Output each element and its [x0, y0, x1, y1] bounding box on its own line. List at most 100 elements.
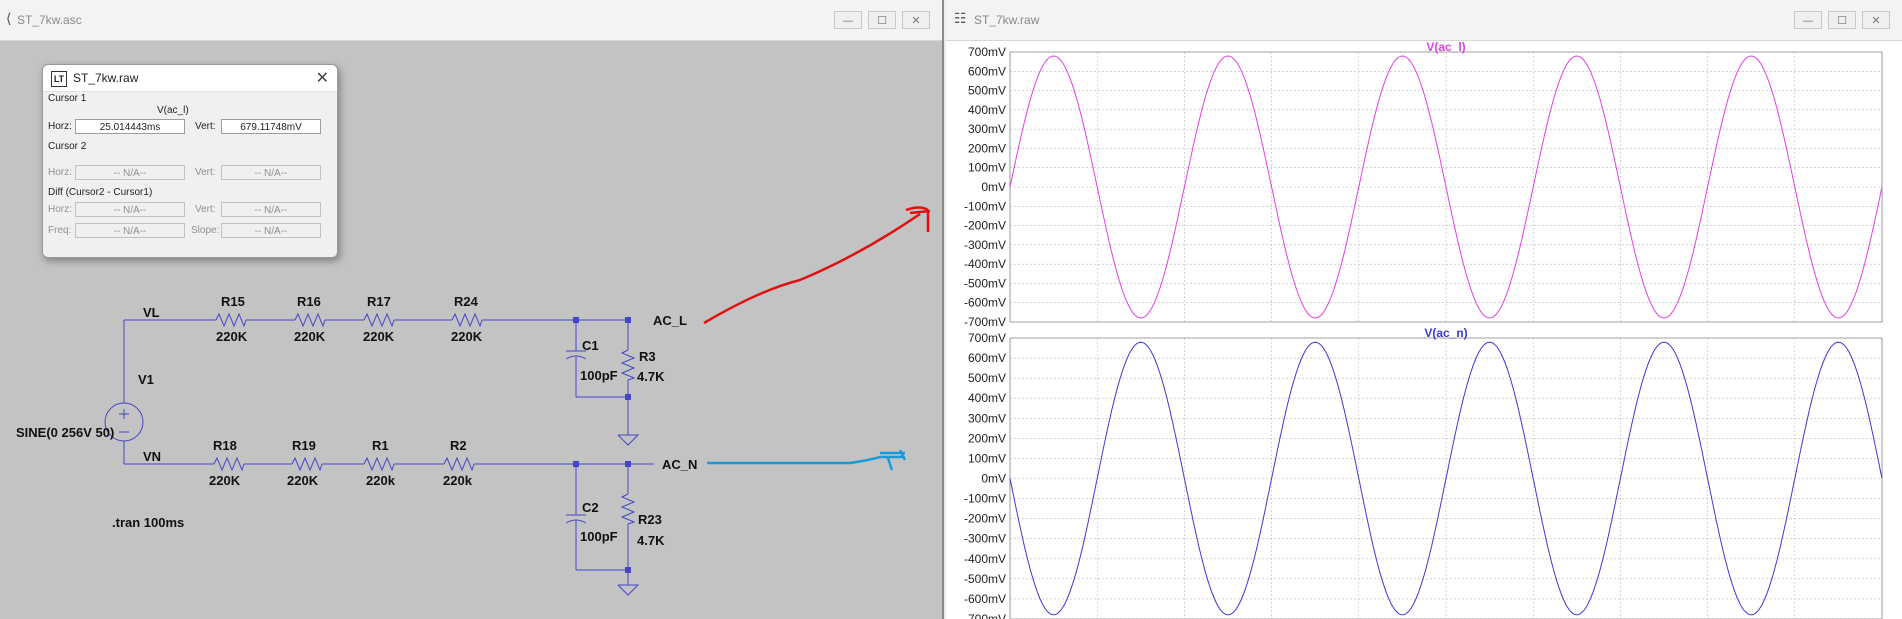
resistor-name: R19: [292, 438, 316, 453]
resistor-name: R15: [221, 294, 245, 309]
minimize-button[interactable]: —: [834, 11, 862, 29]
blue-annotation-arrow: [707, 449, 907, 471]
y-tick-label: 400mV: [968, 391, 1006, 405]
net-label-vn: VN: [143, 449, 161, 464]
waveform-titlebar[interactable]: ☷ ST_7kw.raw — ☐ ✕: [946, 0, 1902, 41]
y-tick-label: 500mV: [968, 84, 1006, 98]
maximize-button[interactable]: ☐: [868, 11, 896, 29]
diff-label: Diff (Cursor2 - Cursor1): [48, 187, 153, 198]
capacitor-name: C2: [582, 500, 599, 515]
trace-title: V(ac_l): [1426, 40, 1465, 54]
resistor-name: R23: [638, 512, 662, 527]
y-tick-label: -200mV: [964, 219, 1006, 233]
y-tick-label: -700mV: [964, 612, 1006, 619]
net-label-vl: VL: [143, 305, 160, 320]
waveform-window-title: ST_7kw.raw: [974, 13, 1040, 27]
resistor-name: R24: [454, 294, 479, 309]
y-tick-label: 500mV: [968, 371, 1006, 385]
y-tick-label: -300mV: [964, 532, 1006, 546]
source-value: SINE(0 256V 50): [16, 425, 114, 440]
waveform-icon: ☷: [954, 11, 967, 27]
close-button[interactable]: ✕: [902, 11, 930, 29]
y-tick-label: 700mV: [968, 45, 1006, 59]
y-tick-label: 0mV: [981, 180, 1006, 194]
y-tick-label: 300mV: [968, 122, 1006, 136]
resistor-name: R1: [372, 438, 389, 453]
y-tick-label: -200mV: [964, 512, 1006, 526]
horz2-label: Horz:: [48, 167, 72, 178]
resistor-value: 220k: [366, 473, 396, 488]
spice-directive: .tran 100ms: [112, 515, 184, 530]
cursor-dialog[interactable]: LT ST_7kw.raw ✕ Cursor 1 V(ac_l) Horz: 2…: [42, 64, 338, 258]
schematic-titlebar[interactable]: ⟨ ST_7kw.asc — ☐ ✕: [0, 0, 942, 41]
freq-label: Freq:: [48, 225, 72, 236]
y-tick-label: 100mV: [968, 451, 1006, 465]
slope-field: -- N/A--: [221, 223, 321, 238]
y-tick-label: -500mV: [964, 572, 1006, 586]
maximize-button[interactable]: ☐: [1828, 11, 1856, 29]
schematic-window-title: ST_7kw.asc: [17, 13, 82, 27]
capacitor-name: C1: [582, 338, 599, 353]
net-label-ac-l: AC_L: [653, 313, 687, 328]
y-tick-label: 700mV: [968, 331, 1006, 345]
diff-horz-label: Horz:: [48, 204, 72, 215]
cursor-dialog-titlebar[interactable]: LT ST_7kw.raw ✕: [43, 65, 337, 92]
y-tick-label: -600mV: [964, 592, 1006, 606]
y-tick-label: 600mV: [968, 64, 1006, 78]
waveform-plot-area[interactable]: 700mV 600mV 500mV 400mV 300mV 200mV 100mV 0mV -1…: [946, 40, 1902, 619]
y-tick-label: 0mV: [981, 472, 1006, 486]
y-tick-label: 300mV: [968, 411, 1006, 425]
y-tick-label: -400mV: [964, 257, 1006, 271]
horz-label: Horz:: [48, 121, 72, 132]
trace-name: V(ac_l): [157, 105, 189, 116]
source-name: V1: [138, 372, 154, 387]
y-tick-label: -700mV: [964, 315, 1006, 329]
resistor-value: 4.7K: [637, 533, 665, 548]
capacitor-value: 100pF: [580, 368, 618, 383]
y-tick-label: 100mV: [968, 161, 1006, 175]
ltspice-app-icon: LT: [51, 71, 67, 87]
cursor1-label: Cursor 1: [48, 93, 87, 104]
vert2-field: -- N/A--: [221, 165, 321, 180]
y-tick-label: -600mV: [964, 296, 1006, 310]
red-annotation-arrow: [703, 206, 931, 325]
resistor-name: R17: [367, 294, 391, 309]
minimize-button[interactable]: —: [1794, 11, 1822, 29]
resistor-value: 220K: [216, 329, 248, 344]
y-tick-label: -100mV: [964, 199, 1006, 213]
capacitor-value: 100pF: [580, 529, 618, 544]
resistor-value: 220k: [443, 473, 473, 488]
vert-field[interactable]: 679.11748mV: [221, 119, 321, 134]
y-tick-label: -400mV: [964, 552, 1006, 566]
resistor-value: 220K: [451, 329, 483, 344]
diff-horz-field: -- N/A--: [75, 202, 185, 217]
vert2-label: Vert:: [195, 167, 216, 178]
resistor-name: R16: [297, 294, 321, 309]
resistor-value: 220K: [287, 473, 319, 488]
resistor-name: R3: [639, 349, 656, 364]
resistor-name: R2: [450, 438, 467, 453]
resistor-value: 4.7K: [637, 369, 665, 384]
cursor-dialog-title: ST_7kw.raw: [73, 71, 139, 85]
net-label-ac-n: AC_N: [662, 457, 697, 472]
y-tick-label: 400mV: [968, 103, 1006, 117]
resistor-value: 220K: [363, 329, 395, 344]
resistor-name: R18: [213, 438, 237, 453]
horz-field[interactable]: 25.014443ms: [75, 119, 185, 134]
y-tick-label: -100mV: [964, 492, 1006, 506]
y-tick-label: -500mV: [964, 276, 1006, 290]
diff-vert-field: -- N/A--: [221, 202, 321, 217]
resistor-value: 220K: [294, 329, 326, 344]
slope-label: Slope:: [191, 225, 220, 236]
y-tick-label: 200mV: [968, 141, 1006, 155]
diff-vert-label: Vert:: [195, 204, 216, 215]
resistor-value: 220K: [209, 473, 241, 488]
y-tick-label: 600mV: [968, 351, 1006, 365]
horz2-field: -- N/A--: [75, 165, 185, 180]
y-tick-label: 200mV: [968, 431, 1006, 445]
close-button[interactable]: ✕: [1862, 11, 1890, 29]
cursor2-label: Cursor 2: [48, 141, 87, 152]
freq-field: -- N/A--: [75, 223, 185, 238]
close-icon[interactable]: ✕: [316, 68, 329, 88]
trace-title: V(ac_n): [1424, 326, 1467, 340]
